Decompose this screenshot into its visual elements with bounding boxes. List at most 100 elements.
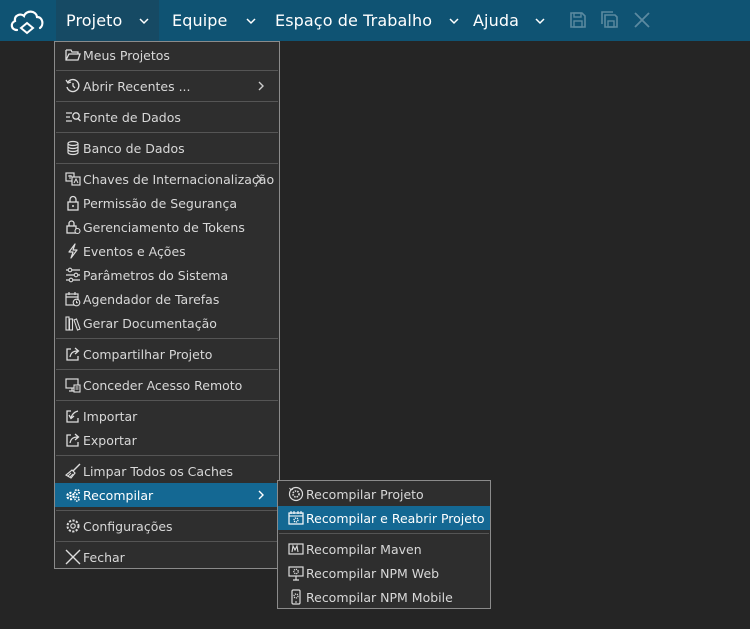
menu-item-label: Recompilar [83, 487, 154, 503]
remote-access-icon [65, 377, 81, 393]
menu-item-eventos-acoes[interactable]: Eventos e Ações [55, 239, 279, 263]
cloud-logo-icon[interactable] [8, 6, 46, 36]
submenu-item-label: Recompilar Maven [306, 541, 422, 557]
menu-item-label: Gerar Documentação [83, 315, 217, 331]
menu-item-recompilar[interactable]: Recompilar [55, 483, 279, 507]
menu-item-permissao-seguranca[interactable]: Permissão de Segurança [55, 191, 279, 215]
menu-divider [56, 541, 278, 542]
menu-espaco-de-trabalho[interactable]: Espaço de Trabalho [265, 0, 460, 41]
submenu-item-label: Recompilar NPM Web [306, 565, 440, 581]
books-icon [65, 315, 81, 331]
menu-item-exportar[interactable]: Exportar [55, 428, 279, 452]
menu-divider [56, 400, 278, 401]
menu-item-conceder-acesso-remoto[interactable]: Conceder Acesso Remoto [55, 373, 279, 397]
submenu-item-label: Recompilar Projeto [306, 486, 424, 502]
submenu-item-recompilar-projeto[interactable]: Recompilar Projeto [278, 482, 490, 506]
import-icon [65, 408, 81, 424]
share-icon [65, 346, 81, 362]
chevron-right-icon [255, 80, 267, 92]
menu-item-fechar[interactable]: Fechar [55, 545, 279, 569]
maven-icon [288, 541, 304, 557]
token-lock-icon [65, 219, 81, 235]
menu-item-label: Gerenciamento de Tokens [83, 219, 245, 235]
projeto-dropdown-menu: Meus Projetos Abrir Recentes ... Fonte d… [54, 41, 280, 569]
history-icon [65, 78, 81, 94]
menu-item-parametros-sistema[interactable]: Parâmetros do Sistema [55, 263, 279, 287]
menu-ajuda[interactable]: Ajuda [463, 0, 546, 41]
submenu-item-recompilar-npm-web[interactable]: Recompilar NPM Web [278, 561, 490, 585]
menu-item-label: Conceder Acesso Remoto [83, 377, 243, 393]
menu-item-meus-projetos[interactable]: Meus Projetos [55, 43, 279, 67]
menu-equipe[interactable]: Equipe [162, 0, 257, 41]
menu-divider [56, 70, 278, 71]
menu-item-label: Banco de Dados [83, 140, 185, 156]
calendar-clock-icon [65, 291, 81, 307]
menu-item-limpar-caches[interactable]: Limpar Todos os Caches [55, 459, 279, 483]
submenu-item-recompilar-maven[interactable]: Recompilar Maven [278, 537, 490, 561]
menu-item-label: Parâmetros do Sistema [83, 267, 229, 283]
menu-item-label: Exportar [83, 432, 137, 448]
menu-divider [56, 132, 278, 133]
recompile-icon [288, 486, 304, 502]
submenu-item-label: Recompilar NPM Mobile [306, 589, 453, 605]
menu-divider [279, 533, 489, 534]
sliders-icon [65, 267, 81, 283]
menu-item-label: Abrir Recentes ... [83, 78, 191, 94]
data-source-search-icon [65, 109, 82, 125]
translate-icon [65, 171, 81, 187]
recompilar-submenu: Recompilar Projeto Recompilar e Reabrir … [277, 480, 491, 609]
lightning-icon [65, 243, 81, 259]
broom-icon [64, 463, 81, 479]
chevron-right-icon [255, 489, 267, 501]
settings-icon [65, 518, 81, 534]
menu-item-fonte-de-dados[interactable]: Fonte de Dados [55, 105, 279, 129]
menu-ajuda-label: Ajuda [473, 11, 519, 30]
close-icon[interactable] [632, 10, 652, 30]
menu-divider [56, 163, 278, 164]
menu-projeto[interactable]: Projeto [56, 0, 159, 41]
recompile-reopen-icon [288, 510, 304, 526]
menu-item-importar[interactable]: Importar [55, 404, 279, 428]
menu-item-agendador-tarefas[interactable]: Agendador de Tarefas [55, 287, 279, 311]
menu-item-label: Meus Projetos [83, 47, 170, 63]
menu-item-label: Chaves de Internacionalização [83, 171, 275, 187]
save-all-icon[interactable] [600, 10, 620, 30]
menu-divider [56, 510, 278, 511]
submenu-item-recompilar-reabrir[interactable]: Recompilar e Reabrir Projeto [278, 506, 490, 530]
menu-divider [56, 455, 278, 456]
menu-item-chaves-internacionalizacao[interactable]: Chaves de Internacionalização [55, 167, 279, 191]
submenu-item-label: Recompilar e Reabrir Projeto [306, 510, 485, 526]
menu-item-label: Permissão de Segurança [83, 195, 237, 211]
export-icon [65, 432, 81, 448]
menu-item-label: Fechar [83, 549, 125, 565]
close-x-icon [65, 549, 81, 565]
npm-web-icon [288, 565, 304, 581]
menu-item-label: Eventos e Ações [83, 243, 186, 259]
npm-mobile-icon [288, 589, 304, 605]
menu-item-label: Fonte de Dados [83, 109, 181, 125]
menu-item-label: Agendador de Tarefas [83, 291, 220, 307]
menu-divider [56, 369, 278, 370]
menu-item-abrir-recentes[interactable]: Abrir Recentes ... [55, 74, 279, 98]
database-icon [65, 140, 81, 156]
save-icon[interactable] [568, 10, 588, 30]
menu-espaco-label: Espaço de Trabalho [275, 11, 433, 30]
gears-icon [65, 487, 81, 503]
chevron-down-icon [245, 15, 257, 27]
chevron-right-icon [253, 173, 265, 185]
top-menu-bar: Projeto Equipe Espaço de Trabalho Ajuda [0, 0, 750, 41]
menu-item-compartilhar-projeto[interactable]: Compartilhar Projeto [55, 342, 279, 366]
menu-item-gerenciamento-tokens[interactable]: Gerenciamento de Tokens [55, 215, 279, 239]
menu-item-configuracoes[interactable]: Configurações [55, 514, 279, 538]
chevron-down-icon [138, 15, 150, 27]
lock-icon [65, 195, 81, 211]
chevron-down-icon [448, 15, 460, 27]
menu-divider [56, 338, 278, 339]
menu-equipe-label: Equipe [172, 11, 228, 30]
folder-open-icon [65, 47, 81, 63]
chevron-down-icon [534, 15, 546, 27]
menu-item-banco-de-dados[interactable]: Banco de Dados [55, 136, 279, 160]
menu-divider [56, 101, 278, 102]
submenu-item-recompilar-npm-mobile[interactable]: Recompilar NPM Mobile [278, 585, 490, 609]
menu-item-gerar-documentacao[interactable]: Gerar Documentação [55, 311, 279, 335]
